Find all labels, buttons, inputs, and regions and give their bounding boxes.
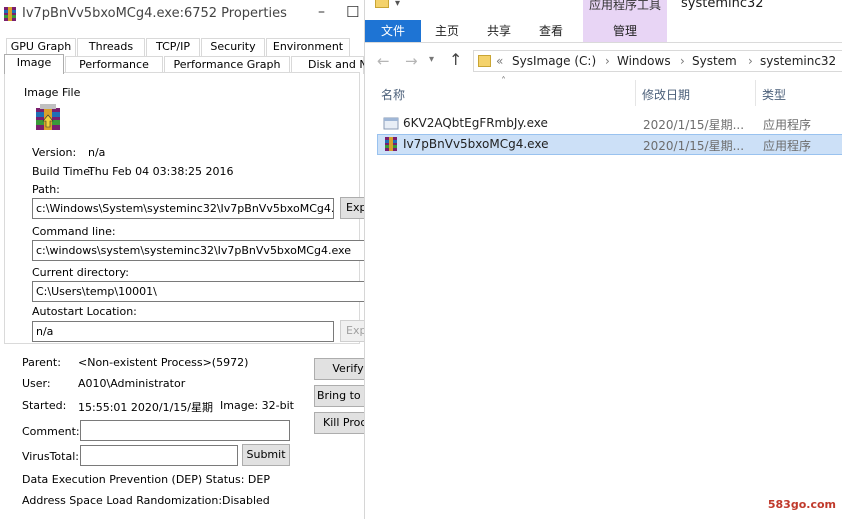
ribbon-tab-share[interactable]: 共享 <box>475 20 523 42</box>
file-name: Iv7pBnVv5bxoMCg4.exe <box>403 137 549 151</box>
column-header-type[interactable]: 类型 <box>762 86 786 103</box>
virustotal-field <box>80 445 238 466</box>
tab-security[interactable]: Security <box>201 38 265 56</box>
file-row-selected[interactable]: Iv7pBnVv5bxoMCg4.exe 2020/1/15/星期... 应用程… <box>377 134 842 155</box>
tab-image[interactable]: Image <box>4 54 64 74</box>
window-title: systeminc32 <box>681 0 764 11</box>
file-date: 2020/1/15/星期... <box>643 139 745 153</box>
ribbon-tab-view[interactable]: 查看 <box>527 20 575 42</box>
column-divider[interactable] <box>635 80 636 106</box>
file-type: 应用程序 <box>763 118 812 132</box>
column-divider[interactable] <box>755 80 756 106</box>
parent-value: <Non-existent Process>(5972) <box>78 356 249 369</box>
aslr-value: Disabled <box>222 494 270 507</box>
breadcrumb-systeminc32[interactable]: systeminc32 <box>760 54 836 68</box>
ribbon-tab-home[interactable]: 主页 <box>423 20 471 42</box>
folder-quick-icon[interactable] <box>375 0 389 8</box>
ribbon-tab-manage[interactable]: 管理 <box>597 20 653 42</box>
recent-dropdown-icon[interactable]: ▾ <box>429 54 434 65</box>
current-directory-field[interactable]: C:\Users\temp\10001\ <box>32 281 372 302</box>
command-line-label: Command line: <box>32 225 116 238</box>
quick-access-dropdown-icon[interactable]: ▾ <box>395 0 400 9</box>
path-label: Path: <box>32 183 60 196</box>
kill-process-button[interactable]: Kill Proce <box>314 412 370 434</box>
file-row[interactable]: 6KV2AQbtEgFRmbJy.exe 2020/1/15/星期... 应用程… <box>377 113 842 134</box>
version-value: n/a <box>88 146 106 159</box>
dialog-title: Iv7pBnVv5bxoMCg4.exe:6752 Properties <box>22 6 287 21</box>
winrar-file-icon <box>32 102 64 134</box>
exe-file-icon <box>383 115 399 131</box>
tab-environment[interactable]: Environment <box>266 38 350 56</box>
aslr-label: Address Space Load Randomization: <box>22 494 223 507</box>
build-time-label: Build Time: <box>32 165 94 178</box>
maximize-icon[interactable]: ☐ <box>346 3 359 21</box>
winrar-app-icon <box>2 6 18 22</box>
verify-button[interactable]: Verify <box>314 358 370 380</box>
started-value: 15:55:01 2020/1/15/星期 <box>78 401 214 414</box>
properties-dialog: Iv7pBnVv5bxoMCg4.exe:6752 Properties – ☐… <box>0 0 374 519</box>
context-tab-label: 应用程序工具 <box>589 0 662 12</box>
back-arrow-icon[interactable]: ← <box>377 52 390 70</box>
breadcrumb-system[interactable]: System <box>692 54 737 68</box>
path-field[interactable]: c:\Windows\System\systeminc32\Iv7pBnVv5b… <box>32 198 334 219</box>
group-label: Image File <box>22 86 83 99</box>
build-time-value: Thu Feb 04 03:38:25 2016 <box>88 165 234 178</box>
tab-tcp-ip[interactable]: TCP/IP <box>146 38 200 56</box>
column-header-date[interactable]: 修改日期 <box>642 86 690 103</box>
breadcrumb-overflow[interactable]: « <box>496 54 503 68</box>
minimize-icon[interactable]: – <box>318 4 325 20</box>
sort-ascending-icon: ˄ <box>501 76 506 87</box>
parent-label: Parent: <box>22 356 61 369</box>
folder-icon <box>478 55 491 67</box>
user-value: A010\Administrator <box>78 377 186 390</box>
forward-arrow-icon[interactable]: → <box>405 52 418 70</box>
comment-input[interactable] <box>80 420 290 441</box>
comment-label: Comment: <box>22 425 80 438</box>
ribbon: ▾ 应用程序工具 systeminc32 文件 主页 共享 查看 管理 <box>365 0 842 42</box>
started-label: Started: <box>22 399 67 412</box>
column-header-name[interactable]: 名称 <box>381 86 405 103</box>
dep-status: Data Execution Prevention (DEP) Status: … <box>22 473 270 486</box>
breadcrumb-separator-icon[interactable]: › <box>748 54 753 68</box>
breadcrumb-separator-icon[interactable]: › <box>680 54 685 68</box>
file-date: 2020/1/15/星期... <box>643 118 745 132</box>
version-label: Version: <box>32 146 77 159</box>
image-bits: Image: 32-bit <box>220 399 294 412</box>
up-arrow-icon[interactable]: ↑ <box>449 50 462 69</box>
virustotal-label: VirusTotal: <box>22 450 79 463</box>
tab-threads[interactable]: Threads <box>77 38 145 56</box>
command-line-field[interactable]: c:\windows\system\systeminc32\Iv7pBnVv5b… <box>32 240 372 261</box>
breadcrumb-separator-icon[interactable]: › <box>605 54 610 68</box>
ribbon-divider <box>365 42 842 43</box>
current-directory-label: Current directory: <box>32 266 129 279</box>
winrar-file-icon <box>383 136 399 152</box>
autostart-label: Autostart Location: <box>32 305 137 318</box>
dialog-titlebar: Iv7pBnVv5bxoMCg4.exe:6752 Properties – ☐ <box>0 0 364 30</box>
file-name: 6KV2AQbtEgFRmbJy.exe <box>403 116 548 130</box>
breadcrumb-drive[interactable]: SysImage (C:) <box>512 54 596 68</box>
bring-to-front-button[interactable]: Bring to F <box>314 385 370 407</box>
user-label: User: <box>22 377 51 390</box>
ribbon-tab-file[interactable]: 文件 <box>365 20 421 42</box>
file-type: 应用程序 <box>763 139 812 153</box>
submit-button[interactable]: Submit <box>242 444 290 466</box>
autostart-field[interactable]: n/a <box>32 321 334 342</box>
breadcrumb-windows[interactable]: Windows <box>617 54 671 68</box>
file-explorer-window: ▾ 应用程序工具 systeminc32 文件 主页 共享 查看 管理 ← → … <box>364 0 842 519</box>
watermark: 583go.com <box>767 498 836 511</box>
address-bar[interactable]: « SysImage (C:) › Windows › System › sys… <box>473 50 842 72</box>
